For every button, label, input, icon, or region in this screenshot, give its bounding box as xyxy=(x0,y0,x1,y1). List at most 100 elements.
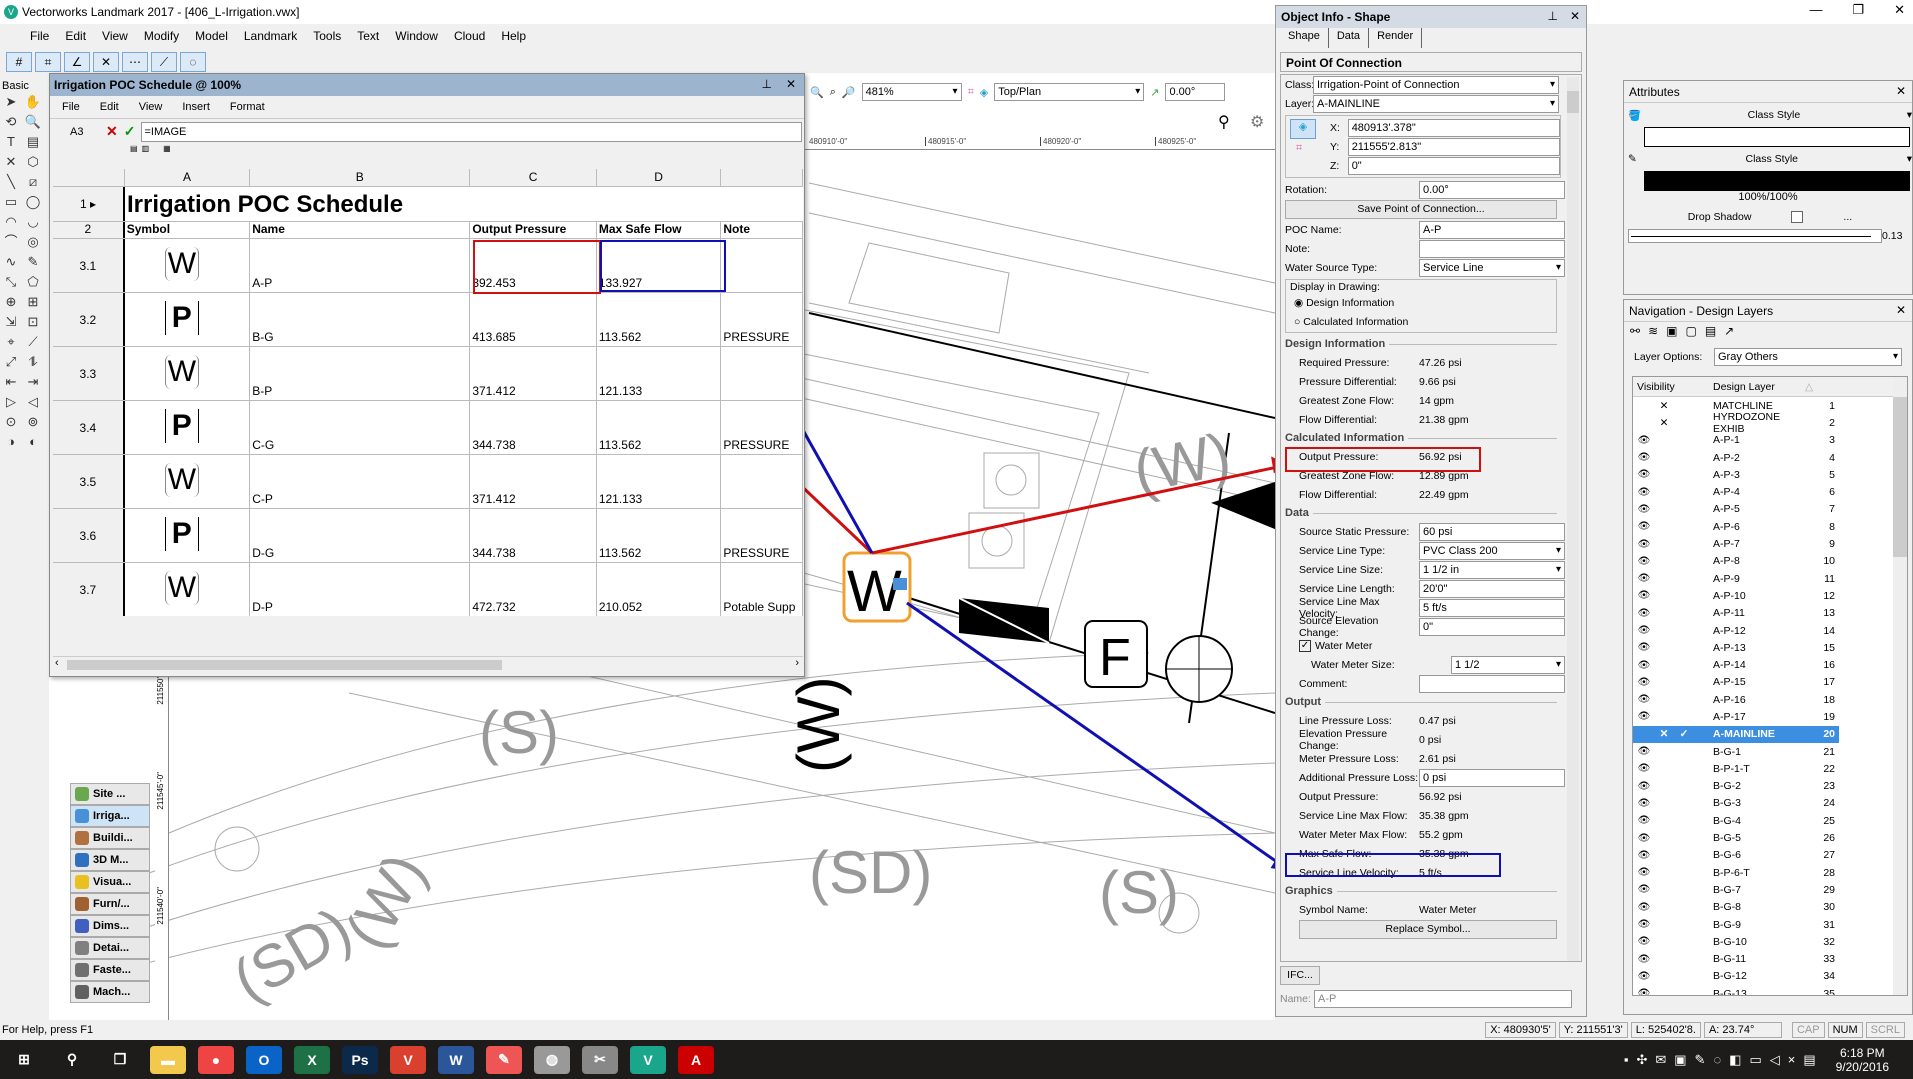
eye-icon[interactable]: 👁 xyxy=(1633,660,1655,671)
header-cell[interactable]: Output Pressure xyxy=(470,222,597,238)
layer-row[interactable]: ✕ HYRDOZONE EXHIB 2 xyxy=(1633,411,1907,435)
layer-row[interactable]: 👁 A-P-2 4 xyxy=(1633,449,1907,466)
layer-plane-icon[interactable]: ◈ xyxy=(980,86,988,99)
worksheet-menu-file[interactable]: File xyxy=(62,101,80,113)
name-cell[interactable]: C-P xyxy=(250,455,471,508)
tool-button[interactable]: ◑ xyxy=(0,432,22,452)
water-source-type-dropdown[interactable]: Service Line xyxy=(1419,258,1565,277)
replace-symbol-button[interactable]: Replace Symbol... xyxy=(1299,920,1557,939)
eye-icon[interactable]: 👁 xyxy=(1633,781,1655,792)
tool-button[interactable]: ◁ xyxy=(22,392,44,412)
tab-render[interactable]: Render xyxy=(1369,28,1423,48)
note-cell[interactable]: PRESSURE xyxy=(721,401,803,454)
drop-shadow-options[interactable]: ... xyxy=(1843,211,1852,223)
design-layers-tab-icon[interactable]: ≋ xyxy=(1648,324,1658,342)
row-header[interactable]: 3.5 xyxy=(53,455,125,508)
vectorworks-icon[interactable]: V xyxy=(630,1045,666,1074)
tool-button[interactable]: ⊞ xyxy=(22,292,44,312)
water-meter-checkbox[interactable]: ✓ Water Meter xyxy=(1281,636,1565,655)
chrome-icon[interactable]: ● xyxy=(198,1045,234,1074)
tool-button[interactable]: ◠ xyxy=(0,212,22,232)
clock-date[interactable]: 9/20/2016 xyxy=(1836,1060,1889,1074)
row-header[interactable]: 3.3 xyxy=(53,347,125,400)
tool-button[interactable]: ⊕ xyxy=(0,292,22,312)
worksheet-menu-insert[interactable]: Insert xyxy=(182,101,210,113)
flow-cell[interactable]: 121.133 xyxy=(597,455,722,508)
comment-field[interactable] xyxy=(1419,674,1565,693)
symbol-cell[interactable]: P xyxy=(125,401,251,454)
snap-tangent-button[interactable]: ◌ xyxy=(180,52,206,72)
tool-button[interactable]: ⌒ xyxy=(0,232,22,252)
close-icon[interactable]: ✕ xyxy=(1896,84,1906,98)
name-cell[interactable]: D-G xyxy=(250,509,471,562)
symbol-cell[interactable]: W xyxy=(125,239,251,292)
pin-icon[interactable]: ⊥ xyxy=(761,77,771,91)
pressure-cell[interactable]: 371.412 xyxy=(470,455,597,508)
tool-set-item[interactable]: Site ... xyxy=(70,783,150,805)
close-icon[interactable]: ✕ xyxy=(786,77,796,91)
snap-distance-button[interactable]: ⋯ xyxy=(122,52,148,72)
sum-icon[interactable]: ▦ xyxy=(163,144,171,160)
fill-style-dropdown[interactable]: Class Style xyxy=(1641,109,1907,121)
accept-icon[interactable]: ✓ xyxy=(124,123,136,140)
opacity-value[interactable]: 100%/100% xyxy=(1624,191,1912,207)
name-cell[interactable]: A-P xyxy=(250,239,471,292)
eye-icon[interactable]: 👁 xyxy=(1633,936,1655,947)
tool-set-item[interactable]: Buildi... xyxy=(70,827,150,849)
close-button[interactable]: ✕ xyxy=(1894,2,1905,18)
tool-button[interactable]: ▤ xyxy=(22,132,44,152)
sketch-icon[interactable]: ✎ xyxy=(486,1045,522,1074)
menu-edit[interactable]: Edit xyxy=(65,29,86,43)
poc-symbol-selected[interactable]: W xyxy=(842,551,912,624)
visibility-x-icon[interactable]: ✕ xyxy=(1655,400,1673,412)
tool-set-item[interactable]: Furn/... xyxy=(70,893,150,915)
layer-row[interactable]: 👁 B-P-1-T 22 xyxy=(1633,760,1907,777)
menu-window[interactable]: Window xyxy=(395,29,438,43)
excel-icon[interactable]: X xyxy=(294,1045,330,1074)
name-cell[interactable]: D-P xyxy=(250,563,471,616)
plane-icon[interactable]: ⌗ xyxy=(1296,142,1302,155)
poc-name-field[interactable]: A-P xyxy=(1419,220,1565,239)
tool-button[interactable]: ∿ xyxy=(0,252,22,272)
windows-start-icon[interactable]: ⊞ xyxy=(6,1046,42,1074)
layer-row[interactable]: 👁 A-P-9 11 xyxy=(1633,570,1907,587)
eye-icon[interactable]: 👁 xyxy=(1633,902,1655,913)
layer-row[interactable]: 👁 A-P-15 17 xyxy=(1633,674,1907,691)
note-cell[interactable]: Potable Supp xyxy=(721,563,803,616)
object-info-scrollbar[interactable] xyxy=(1567,77,1579,961)
header-cell[interactable]: Max Safe Flow xyxy=(597,222,722,238)
corner-cell[interactable] xyxy=(53,169,125,186)
rotation-field[interactable]: 0.00° xyxy=(1419,180,1565,199)
tool-button[interactable]: ◯ xyxy=(22,192,44,212)
name-field[interactable]: A-P xyxy=(1314,989,1572,1008)
eye-icon[interactable]: 👁 xyxy=(1633,487,1655,498)
maximize-button[interactable]: ❐ xyxy=(1852,2,1864,18)
pressure-cell[interactable]: 344.738 xyxy=(470,509,597,562)
layer-row[interactable]: 👁 A-P-3 5 xyxy=(1633,466,1907,483)
snap-object-button[interactable]: ⌗ xyxy=(35,52,61,72)
tool-button[interactable]: ✎ xyxy=(22,252,44,272)
menu-cloud[interactable]: Cloud xyxy=(454,29,485,43)
tool-button[interactable]: ◡ xyxy=(22,212,44,232)
layer-row[interactable]: 👁 B-G-12 34 xyxy=(1633,968,1907,985)
zoom-fit-icon[interactable]: 🔍 xyxy=(810,86,824,99)
horizontal-scrollbar[interactable]: ‹ › xyxy=(53,656,803,672)
worksheet-titlebar[interactable]: Irrigation POC Schedule @ 100% ⊥ ✕ xyxy=(50,74,804,96)
eye-icon[interactable]: 👁 xyxy=(1633,452,1655,463)
layer-row[interactable]: 👁 B-G-10 32 xyxy=(1633,933,1907,950)
layer-row[interactable]: 👁 A-P-11 13 xyxy=(1633,605,1907,622)
tool-set-item[interactable]: Mach... xyxy=(70,981,150,1003)
column-header[interactable]: B xyxy=(250,169,471,186)
symbol-cell[interactable]: P xyxy=(125,509,251,562)
visibility-x-icon[interactable]: ✕ xyxy=(1655,417,1673,429)
layer-row[interactable]: 👁 B-G-4 25 xyxy=(1633,812,1907,829)
symbol-cell[interactable]: P xyxy=(125,293,251,346)
zoom-icon[interactable]: 🔎 xyxy=(842,86,856,99)
eye-icon[interactable]: 👁 xyxy=(1633,573,1655,584)
formula-input[interactable]: =IMAGE xyxy=(141,121,802,142)
tool-button[interactable]: ⤢ xyxy=(0,352,22,372)
column-header[interactable]: D xyxy=(596,169,722,186)
snap-intersection-button[interactable]: ✕ xyxy=(93,52,119,72)
save-poc-button[interactable]: Save Point of Connection... xyxy=(1285,200,1557,219)
row-header[interactable]: 3.2 xyxy=(53,293,125,346)
